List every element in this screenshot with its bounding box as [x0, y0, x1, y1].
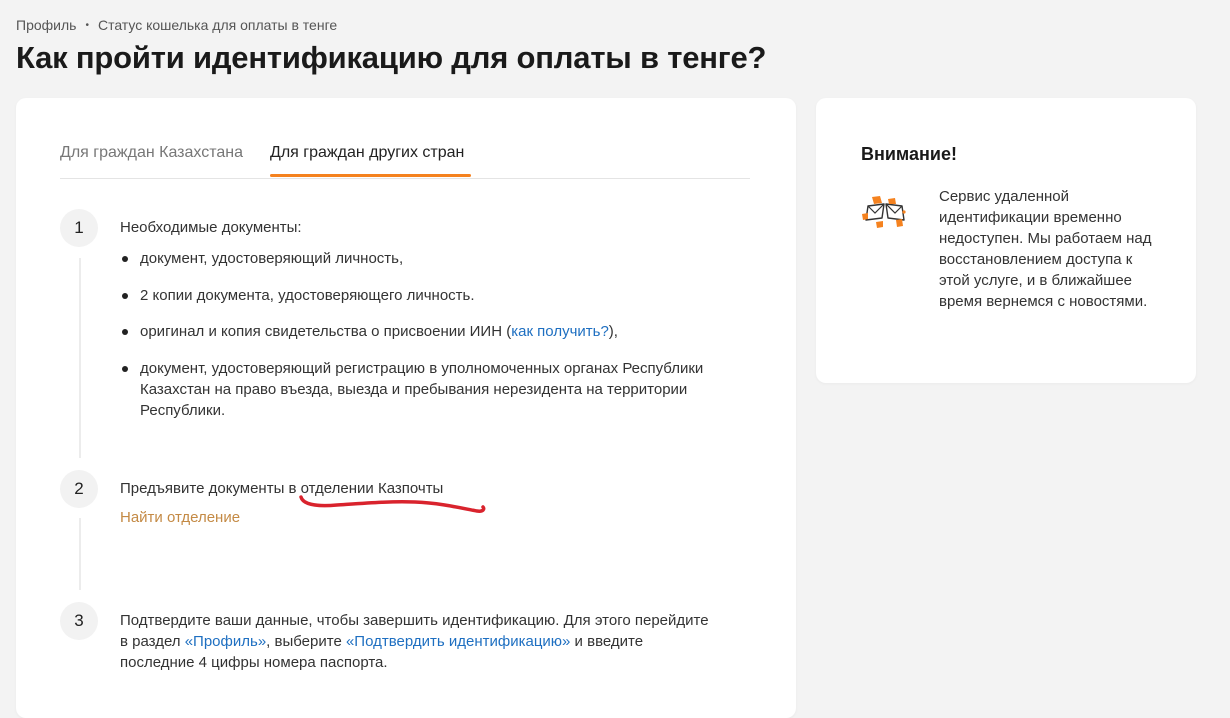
breadcrumb: Профиль • Статус кошелька для оплаты в т… [16, 17, 337, 33]
broken-envelope-icon [860, 194, 908, 230]
breadcrumb-item-current: Статус кошелька для оплаты в тенге [97, 17, 338, 33]
profile-link[interactable]: «Профиль» [185, 633, 266, 650]
notice-text: Сервис удаленной идентификации временно … [939, 188, 1152, 310]
red-underline-annotation [299, 495, 486, 513]
step-connector-1 [79, 258, 81, 458]
step-3-text: Подтвердите ваши данные, чтобы завершить… [120, 612, 709, 671]
tabs: Для граждан Казахстана Для граждан други… [60, 134, 750, 179]
step-1-title: Необходимые документы: [120, 219, 302, 236]
instructions-card: Для граждан Казахстана Для граждан други… [16, 98, 796, 718]
find-post-office-link[interactable]: Найти отделение [120, 509, 240, 526]
list-item: документ, удостоверяющий регистрацию в у… [120, 358, 740, 421]
how-to-get-iin-link[interactable]: как получить? [511, 323, 609, 340]
step-number-2: 2 [60, 470, 98, 508]
step-connector-2 [79, 518, 81, 590]
tab-other-countries-citizens[interactable]: Для граждан других стран [270, 144, 464, 162]
breadcrumb-item-profile[interactable]: Профиль [16, 17, 76, 33]
active-tab-indicator [270, 174, 471, 177]
list-item: документ, удостоверяющий личность, [120, 248, 403, 269]
notice-card: Внимание! Сервис удаленной идентификации… [816, 98, 1196, 383]
breadcrumb-separator: • [85, 19, 89, 31]
page-title: Как пройти идентификацию для оплаты в те… [16, 40, 767, 75]
confirm-identification-link[interactable]: «Подтвердить идентификацию» [346, 633, 570, 650]
list-item: 2 копии документа, удостоверяющего лично… [120, 285, 475, 306]
step-number-3: 3 [60, 602, 98, 640]
list-item: оригинал и копия свидетельства о присвое… [120, 321, 618, 342]
step-number-1: 1 [60, 209, 98, 247]
tab-kazakhstan-citizens[interactable]: Для граждан Казахстана [60, 144, 243, 162]
notice-title: Внимание! [861, 144, 957, 164]
